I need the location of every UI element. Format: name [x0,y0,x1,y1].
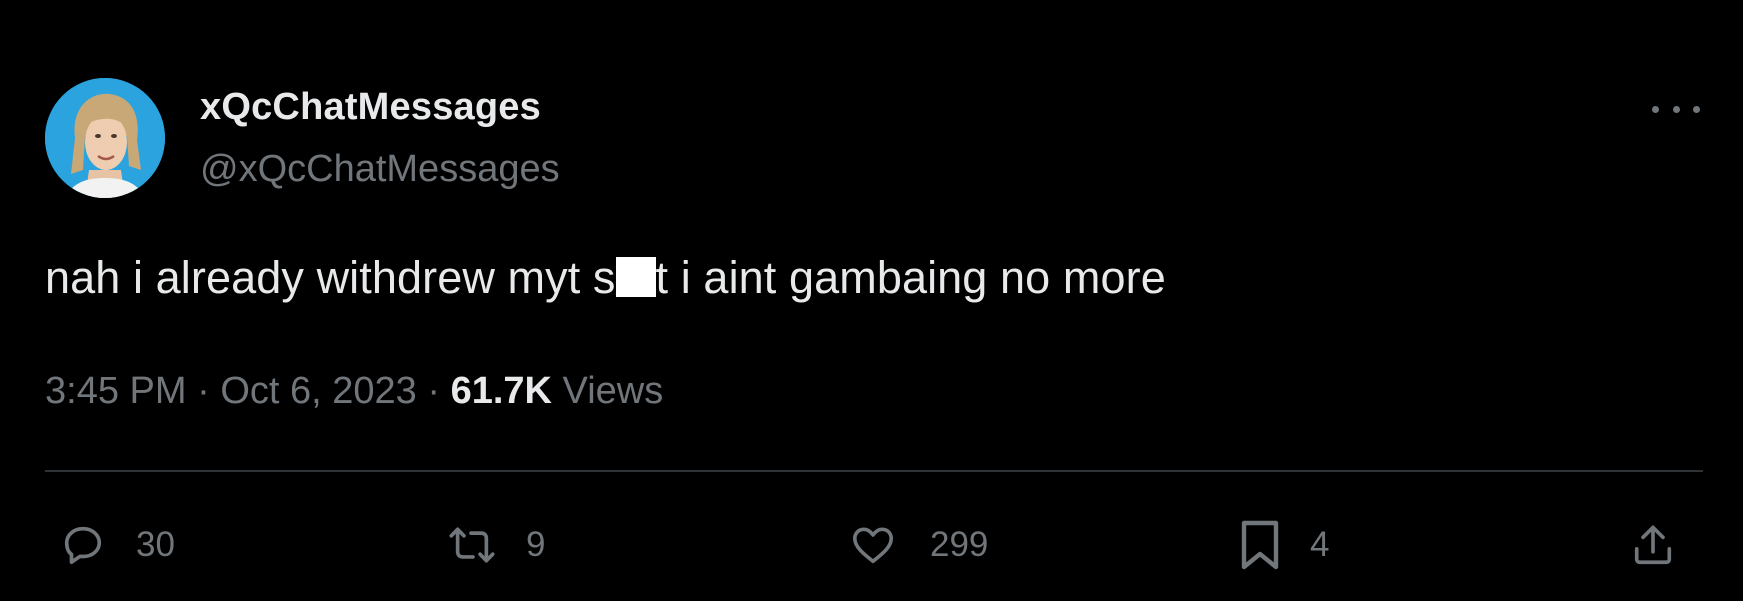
more-dot [1672,105,1680,113]
tweet-text: nah i already withdrew myt s t i aint gam… [45,252,1166,304]
repost-icon [449,527,495,563]
bookmark-count: 4 [1310,525,1330,564]
more-dot [1693,105,1700,113]
like-button[interactable]: 299 [846,520,988,570]
tweet-card: xQcChatMessages @xQcChatMessages nah i a… [0,0,1743,601]
meta-separator: · [427,370,440,412]
bookmark-icon [1241,520,1279,570]
more-icon[interactable] [1652,96,1700,122]
views-label: Views [562,370,664,412]
repost-button[interactable]: 9 [448,520,545,570]
meta-separator: · [197,370,210,412]
tweet-date[interactable]: Oct 6, 2023 [220,370,416,412]
share-icon [1634,525,1672,565]
reply-count: 30 [136,525,175,564]
redaction-block [615,257,656,297]
tweet-text-part-1: nah i already withdrew myt s [45,252,616,303]
avatar[interactable] [45,78,165,198]
tweet-time[interactable]: 3:45 PM [45,370,187,412]
tweet-meta: 3:45 PM · Oct 6, 2023 · 61.7K Views [45,370,663,413]
avatar-photo [45,78,165,198]
display-name[interactable]: xQcChatMessages [200,86,541,129]
user-handle[interactable]: @xQcChatMessages [200,148,560,191]
views-count: 61.7K [450,370,552,412]
divider [45,470,1703,472]
like-count: 299 [930,525,989,564]
repost-count: 9 [526,525,546,564]
heart-icon [852,527,894,564]
tweet-text-part-2: t i aint gambaing no more [655,252,1166,303]
bookmark-button[interactable]: 4 [1240,520,1329,570]
share-button[interactable] [1630,520,1676,570]
reply-icon [64,526,102,565]
reply-button[interactable]: 30 [60,520,175,570]
more-dot [1652,105,1659,113]
